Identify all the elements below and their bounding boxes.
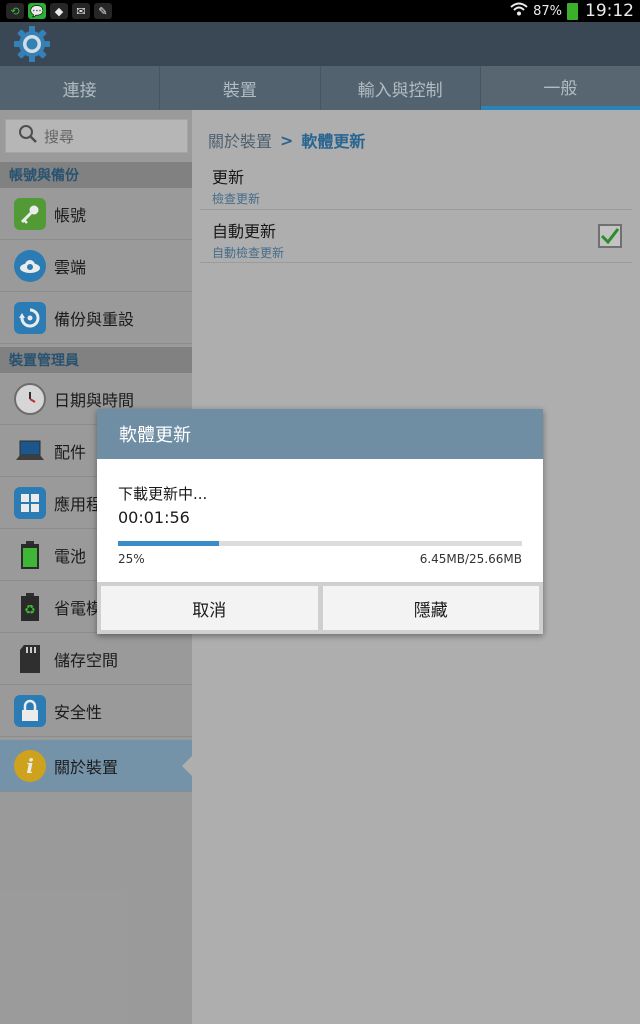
- cancel-button[interactable]: 取消: [100, 585, 319, 631]
- software-update-dialog: 軟體更新 下載更新中... 00:01:56 25% 6.45MB/25.66M…: [97, 409, 543, 634]
- download-progress-bar: [118, 541, 522, 546]
- progress-percent: 25%: [118, 552, 145, 566]
- progress-fill: [118, 541, 219, 546]
- elapsed-time: 00:01:56: [118, 508, 190, 527]
- download-size: 6.45MB/25.66MB: [419, 552, 522, 566]
- dialog-title: 軟體更新: [97, 409, 543, 459]
- download-message: 下載更新中...: [118, 485, 208, 503]
- hide-button[interactable]: 隱藏: [321, 585, 540, 631]
